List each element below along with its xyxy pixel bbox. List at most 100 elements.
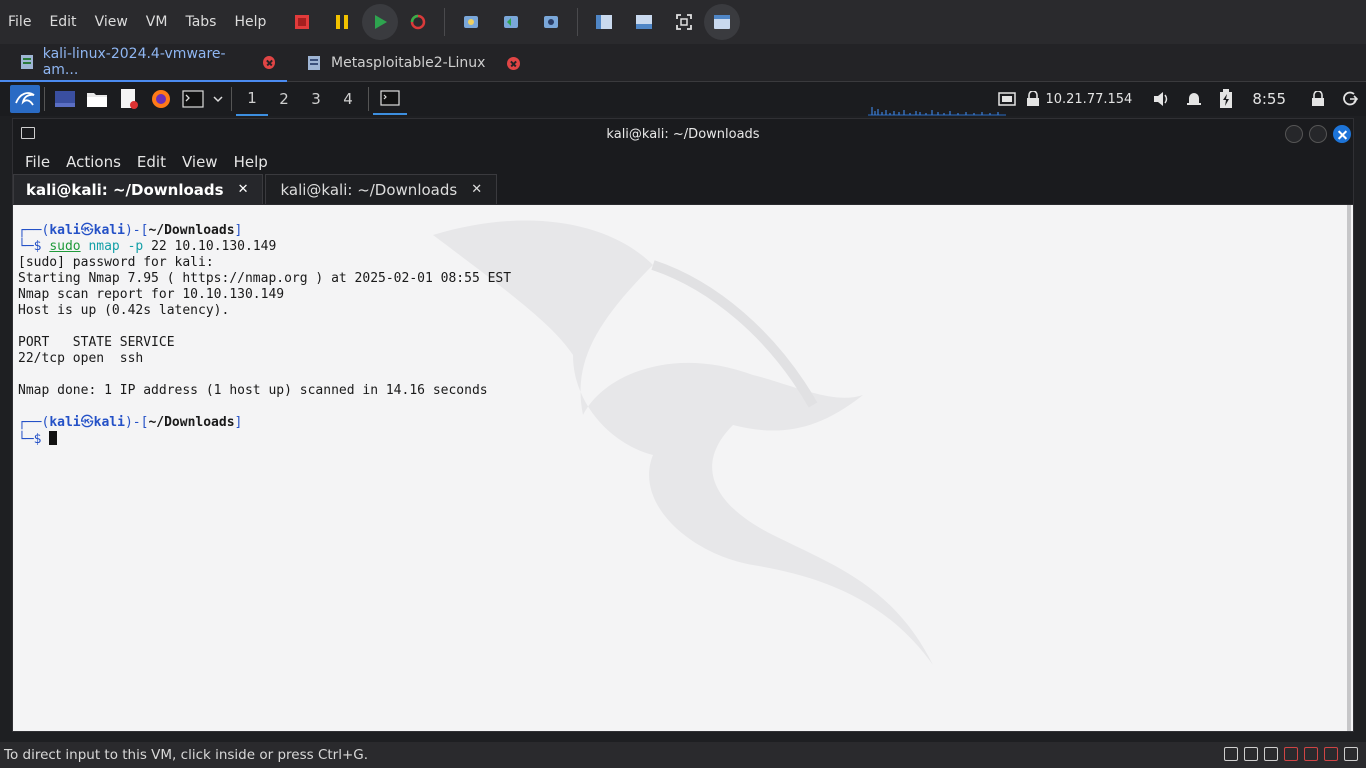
workspace-3[interactable]: 3: [300, 83, 332, 115]
terminal-tab-2[interactable]: kali@kali: ~/Downloads ✕: [265, 174, 498, 204]
menu-help[interactable]: Help: [226, 0, 276, 44]
prompt-user: kali: [49, 415, 81, 430]
panel-separator: [368, 87, 369, 111]
close-tab-icon[interactable]: ✕: [238, 182, 249, 197]
snapshot-manager-button[interactable]: [531, 2, 571, 42]
terminal-tab-label: kali@kali: ~/Downloads: [26, 180, 224, 199]
firefox-icon: [152, 90, 170, 108]
revert-snapshot-button[interactable]: [491, 2, 531, 42]
terminal-text: ┌──(kali㉿kali)-[~/Downloads] └─$ sudo nm…: [13, 205, 1353, 448]
terminal-scrollbar[interactable]: [1347, 205, 1351, 731]
toolbar-separator: [444, 8, 446, 36]
vmware-toolbar: [282, 2, 741, 42]
close-tab-icon[interactable]: [507, 56, 521, 70]
terminal-menu-help[interactable]: Help: [226, 153, 276, 171]
suspend-button[interactable]: [322, 2, 362, 42]
device-status-icons: [1218, 747, 1358, 761]
sound-card-icon[interactable]: [1304, 747, 1318, 761]
prompt-path: ~/Downloads: [148, 415, 235, 430]
lock-screen-button[interactable]: [1302, 83, 1334, 115]
kali-dragon-icon: [15, 92, 35, 106]
command-args: 22 10.10.130.149: [151, 239, 277, 254]
launcher-dropdown[interactable]: [209, 83, 227, 115]
logout-icon: [1343, 91, 1358, 106]
printer-icon[interactable]: [1324, 747, 1338, 761]
prompt-user: kali: [49, 223, 81, 238]
terminal-window-icon: [21, 127, 35, 139]
maximize-button[interactable]: [1309, 125, 1327, 143]
terminal-window: kali@kali: ~/Downloads File Actions Edit…: [12, 118, 1354, 732]
prompt-host: kali: [93, 223, 125, 238]
prompt-line: ┌──(kali㉿kali)-[~/Downloads]: [18, 415, 243, 430]
close-window-button[interactable]: [1333, 125, 1351, 143]
file-manager-button[interactable]: [81, 83, 113, 115]
vpn-status-button[interactable]: [1023, 83, 1043, 115]
ip-address: 10.21.77.154: [1045, 91, 1133, 107]
terminal-icon: [182, 90, 204, 108]
terminal-titlebar[interactable]: kali@kali: ~/Downloads: [13, 119, 1353, 149]
terminal-menu-actions[interactable]: Actions: [58, 153, 129, 171]
output-line: Starting Nmap 7.95 ( https://nmap.org ) …: [18, 271, 512, 286]
folder-icon: [87, 93, 107, 107]
thumbnail-bar-button[interactable]: [624, 2, 664, 42]
kali-menu-button[interactable]: [10, 85, 40, 113]
volume-button[interactable]: [1146, 83, 1178, 115]
power-off-button[interactable]: [282, 2, 322, 42]
workspace-4[interactable]: 4: [332, 83, 364, 115]
terminal-icon: [380, 90, 400, 106]
workspace-2[interactable]: 2: [268, 83, 300, 115]
unity-button[interactable]: [704, 4, 741, 40]
command-sudo: sudo: [49, 239, 81, 254]
terminal-menu-view[interactable]: View: [174, 153, 226, 171]
lock-icon: [1312, 91, 1324, 106]
usb-controller-icon[interactable]: [1284, 747, 1298, 761]
output-line: [sudo] password for kali:: [18, 255, 214, 270]
sidebar-toggle-button[interactable]: [584, 2, 624, 42]
notifications-button[interactable]: [1178, 83, 1210, 115]
menu-file[interactable]: File: [0, 0, 41, 44]
close-tab-icon[interactable]: ✕: [471, 182, 482, 197]
panel-tray: 10.21.77.154 8:55: [991, 82, 1366, 116]
output-line: 22/tcp open ssh: [18, 351, 144, 366]
firefox-button[interactable]: [145, 83, 177, 115]
text-cursor: [49, 431, 58, 445]
command-line: └─$ sudo nmap -p 22 10.10.130.149: [18, 239, 277, 254]
terminal-menu-file[interactable]: File: [17, 153, 58, 171]
power-on-button[interactable]: [362, 4, 399, 40]
display-status-icon[interactable]: [1344, 747, 1358, 761]
reset-button[interactable]: [398, 2, 438, 42]
power-status-button[interactable]: [1210, 83, 1242, 115]
terminal-tab-1[interactable]: kali@kali: ~/Downloads ✕: [13, 174, 264, 204]
status-message: To direct input to this VM, click inside…: [4, 747, 369, 763]
display-icon-button[interactable]: [991, 83, 1023, 115]
vm-tab-icon: [308, 56, 320, 70]
menu-vm[interactable]: VM: [138, 0, 178, 44]
terminal-menu-edit[interactable]: Edit: [129, 153, 174, 171]
terminal-launcher-button[interactable]: [177, 83, 209, 115]
command-flag: -p: [127, 239, 144, 254]
terminal-output-area[interactable]: ┌──(kali㉿kali)-[~/Downloads] └─$ sudo nm…: [13, 205, 1353, 731]
text-editor-button[interactable]: [113, 83, 145, 115]
lock-network-icon: [1027, 91, 1040, 106]
workspace-1[interactable]: 1: [236, 82, 268, 116]
close-tab-icon[interactable]: [263, 55, 275, 69]
logout-button[interactable]: [1334, 83, 1366, 115]
fullscreen-button[interactable]: [664, 2, 704, 42]
cd-dvd-icon[interactable]: [1244, 747, 1258, 761]
window-controls: [1279, 125, 1351, 143]
network-adapter-icon[interactable]: [1264, 747, 1278, 761]
menu-tabs[interactable]: Tabs: [177, 0, 226, 44]
play-icon: [375, 15, 388, 29]
thumbnail-icon: [636, 15, 653, 29]
menu-edit[interactable]: Edit: [41, 0, 86, 44]
show-desktop-button[interactable]: [49, 83, 81, 115]
taskbar-terminal-window[interactable]: [373, 83, 407, 115]
minimize-button[interactable]: [1285, 125, 1303, 143]
hard-disk-icon[interactable]: [1224, 747, 1238, 761]
fullscreen-icon: [676, 14, 693, 30]
power-off-icon: [295, 15, 310, 29]
snapshot-button[interactable]: [451, 2, 491, 42]
tab-kali-linux[interactable]: kali-linux-2024.4-vmware-am...: [0, 44, 287, 82]
tab-metasploitable[interactable]: Metasploitable2-Linux: [287, 44, 532, 82]
menu-view[interactable]: View: [87, 0, 138, 44]
